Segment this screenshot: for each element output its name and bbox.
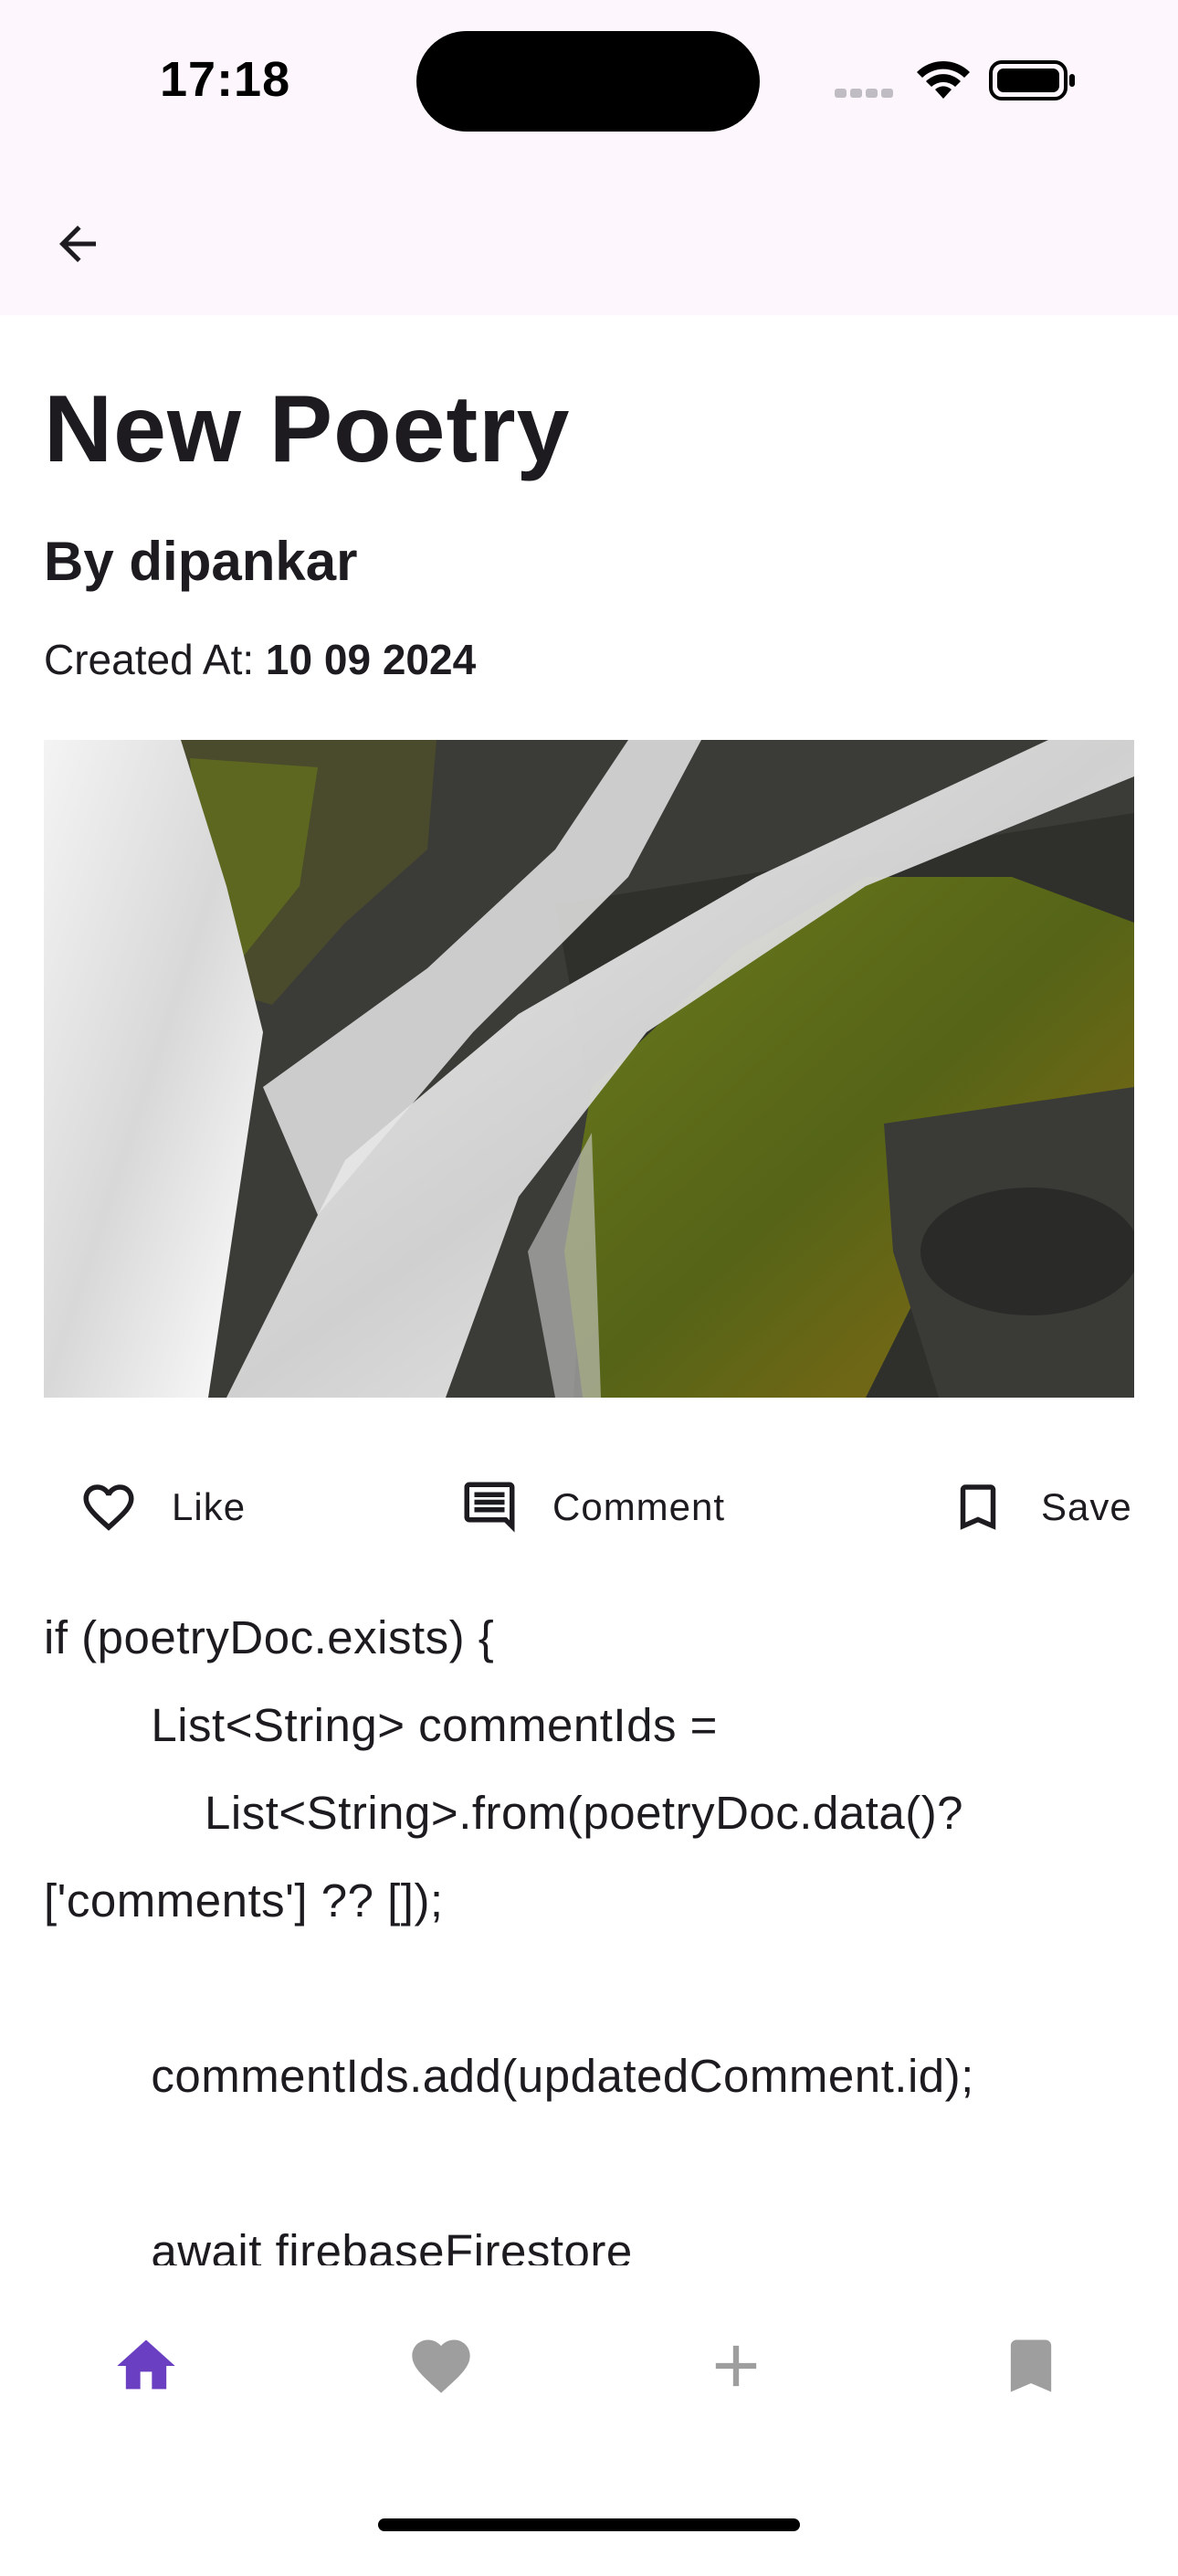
bottom-navigation: [0, 2265, 1178, 2554]
bookmark-icon: [1010, 2339, 1052, 2392]
post-title: New Poetry: [44, 376, 571, 482]
created-date: 10 09 2024: [265, 636, 477, 683]
status-bar: 17:18: [0, 0, 1178, 174]
arrow-left-icon: [59, 226, 96, 262]
post-author: By dipankar: [44, 531, 358, 592]
app-bar: [0, 174, 1178, 315]
comment-label: Comment: [552, 1485, 726, 1528]
cellular-signal-icon: [835, 86, 897, 102]
home-icon: [117, 2339, 175, 2390]
like-label: Like: [172, 1485, 247, 1528]
created-label: Created At:: [44, 636, 266, 683]
comment-icon: [464, 1482, 515, 1533]
nav-favorites[interactable]: [386, 2311, 496, 2421]
heart-icon: [412, 2339, 470, 2393]
heart-outline-icon: [83, 1484, 134, 1531]
like-button[interactable]: Like: [79, 1457, 246, 1557]
home-indicator[interactable]: [378, 2518, 800, 2531]
nav-home[interactable]: [91, 2311, 201, 2421]
plus-icon: [715, 2345, 757, 2387]
dynamic-island: [416, 31, 760, 132]
save-button[interactable]: Save: [948, 1457, 1132, 1557]
comment-button[interactable]: Comment: [459, 1457, 725, 1557]
post-actions: Like Comment Save: [44, 1457, 1134, 1557]
status-time: 17:18: [160, 52, 291, 107]
save-label: Save: [1041, 1485, 1132, 1528]
battery-icon: [989, 60, 1077, 105]
back-button[interactable]: [37, 203, 119, 285]
nav-add[interactable]: [681, 2311, 791, 2421]
nav-saved[interactable]: [976, 2311, 1086, 2421]
post-created-at: Created At: 10 09 2024: [44, 635, 476, 684]
wifi-icon: [913, 57, 973, 107]
post-image: [44, 740, 1134, 1398]
bookmark-outline-icon: [960, 1484, 996, 1530]
